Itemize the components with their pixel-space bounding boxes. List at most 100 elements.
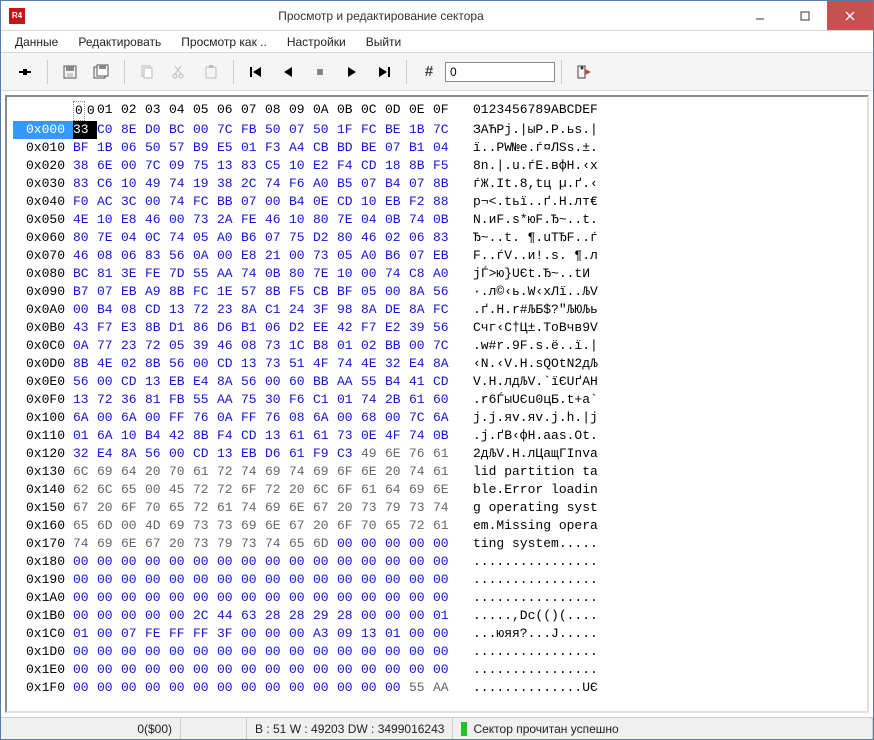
- menu-edit[interactable]: Редактировать: [68, 32, 171, 52]
- hex-byte[interactable]: 8B: [265, 283, 289, 301]
- hex-byte[interactable]: 00: [385, 643, 409, 661]
- hex-byte[interactable]: 76: [265, 409, 289, 427]
- hex-byte[interactable]: 00: [289, 679, 313, 697]
- hex-byte[interactable]: 00: [73, 301, 97, 319]
- hex-row[interactable]: 0x080BC813EFE7D55AA740B807E100074C8A0јЃ>…: [13, 265, 861, 283]
- hex-byte[interactable]: 00: [193, 121, 217, 139]
- hex-byte[interactable]: 6E: [361, 463, 385, 481]
- hex-byte[interactable]: 46: [73, 247, 97, 265]
- hex-byte[interactable]: EB: [241, 445, 265, 463]
- hex-byte[interactable]: 64: [385, 481, 409, 499]
- hex-byte[interactable]: FC: [193, 193, 217, 211]
- hex-byte[interactable]: 74: [265, 175, 289, 193]
- hex-byte[interactable]: 79: [385, 499, 409, 517]
- hex-byte[interactable]: 8B: [409, 157, 433, 175]
- hex-byte[interactable]: 7C: [217, 121, 241, 139]
- hex-byte[interactable]: 0A: [217, 409, 241, 427]
- hex-byte[interactable]: 81: [145, 391, 169, 409]
- hex-byte[interactable]: 00: [241, 643, 265, 661]
- hex-byte[interactable]: 00: [121, 589, 145, 607]
- hex-row[interactable]: 0x060807E040C7405A0B60775D28046020683Ђ~.…: [13, 229, 861, 247]
- hex-byte[interactable]: 61: [409, 391, 433, 409]
- hex-byte[interactable]: 72: [193, 499, 217, 517]
- hex-byte[interactable]: B1: [241, 319, 265, 337]
- hex-row[interactable]: 0x020386E007C09751383C510E2F4CD188BF58n.…: [13, 157, 861, 175]
- hex-byte[interactable]: 7C: [145, 157, 169, 175]
- cut-icon[interactable]: [163, 57, 195, 87]
- hex-byte[interactable]: 20: [289, 481, 313, 499]
- hex-byte[interactable]: 6F: [241, 481, 265, 499]
- hex-byte[interactable]: 00: [265, 643, 289, 661]
- hex-byte[interactable]: FC: [433, 301, 457, 319]
- hex-byte[interactable]: 8A: [217, 373, 241, 391]
- hex-byte[interactable]: 83: [145, 247, 169, 265]
- hex-byte[interactable]: 72: [217, 463, 241, 481]
- hex-byte[interactable]: 00: [145, 607, 169, 625]
- hex-byte[interactable]: 00: [361, 553, 385, 571]
- hex-byte[interactable]: 0B: [265, 265, 289, 283]
- hex-byte[interactable]: 6A: [121, 409, 145, 427]
- hex-byte[interactable]: 00: [97, 373, 121, 391]
- hex-row[interactable]: 0x1F0000000000000000000000000000055AA...…: [13, 679, 861, 697]
- hex-byte[interactable]: 8B: [193, 427, 217, 445]
- hex-byte[interactable]: 00: [409, 589, 433, 607]
- hex-byte[interactable]: 2B: [385, 391, 409, 409]
- hex-byte[interactable]: 74: [385, 265, 409, 283]
- hex-byte[interactable]: 3F: [217, 625, 241, 643]
- hex-byte[interactable]: CD: [241, 427, 265, 445]
- hex-byte[interactable]: 50: [145, 139, 169, 157]
- hex-byte[interactable]: 46: [145, 211, 169, 229]
- hex-byte[interactable]: 00: [337, 589, 361, 607]
- hex-byte[interactable]: 28: [337, 607, 361, 625]
- hex-byte[interactable]: 00: [145, 481, 169, 499]
- hex-byte[interactable]: DE: [385, 301, 409, 319]
- hash-icon[interactable]: #: [413, 57, 445, 87]
- hex-byte[interactable]: 20: [337, 499, 361, 517]
- hex-byte[interactable]: 00: [241, 571, 265, 589]
- hex-byte[interactable]: 20: [385, 463, 409, 481]
- hex-byte[interactable]: A0: [313, 175, 337, 193]
- hex-byte[interactable]: 56: [169, 247, 193, 265]
- hex-byte[interactable]: C6: [97, 175, 121, 193]
- hex-byte[interactable]: FE: [145, 265, 169, 283]
- hex-byte[interactable]: 00: [409, 643, 433, 661]
- hex-byte[interactable]: 65: [121, 481, 145, 499]
- hex-byte[interactable]: 2C: [193, 607, 217, 625]
- hex-row[interactable]: 0x15067206F7065726174696E672073797374g o…: [13, 499, 861, 517]
- hex-byte[interactable]: B9: [193, 139, 217, 157]
- hex-row[interactable]: 0x1B000000000002C44632828292800000001...…: [13, 607, 861, 625]
- hex-byte[interactable]: 00: [433, 589, 457, 607]
- hex-byte[interactable]: 30: [265, 391, 289, 409]
- hex-byte[interactable]: 72: [265, 481, 289, 499]
- hex-byte[interactable]: 41: [409, 373, 433, 391]
- hex-byte[interactable]: 00: [409, 535, 433, 553]
- hex-byte[interactable]: 61: [217, 499, 241, 517]
- hex-byte[interactable]: 00: [145, 643, 169, 661]
- hex-byte[interactable]: 42: [337, 319, 361, 337]
- hex-byte[interactable]: 74: [241, 265, 265, 283]
- hex-byte[interactable]: 09: [337, 625, 361, 643]
- hex-byte[interactable]: 00: [361, 589, 385, 607]
- hex-byte[interactable]: B7: [73, 283, 97, 301]
- hex-byte[interactable]: 08: [289, 409, 313, 427]
- hex-byte[interactable]: 4E: [97, 355, 121, 373]
- hex-byte[interactable]: 18: [385, 157, 409, 175]
- hex-byte[interactable]: 07: [385, 139, 409, 157]
- hex-byte[interactable]: 6F: [337, 463, 361, 481]
- hex-byte[interactable]: E4: [97, 445, 121, 463]
- hex-byte[interactable]: 8B: [169, 283, 193, 301]
- hex-byte[interactable]: 8A: [409, 283, 433, 301]
- hex-row[interactable]: 0x1E000000000000000000000000000000000...…: [13, 661, 861, 679]
- hex-byte[interactable]: 56: [145, 445, 169, 463]
- hex-byte[interactable]: 7C: [433, 121, 457, 139]
- hex-byte[interactable]: 00: [313, 679, 337, 697]
- hex-byte[interactable]: 00: [169, 661, 193, 679]
- hex-byte[interactable]: 00: [265, 571, 289, 589]
- hex-byte[interactable]: 65: [289, 535, 313, 553]
- hex-byte[interactable]: 00: [361, 265, 385, 283]
- hex-byte[interactable]: 23: [121, 337, 145, 355]
- hex-byte[interactable]: 00: [193, 661, 217, 679]
- hex-byte[interactable]: BB: [217, 193, 241, 211]
- hex-byte[interactable]: 69: [409, 481, 433, 499]
- hex-byte[interactable]: 51: [289, 355, 313, 373]
